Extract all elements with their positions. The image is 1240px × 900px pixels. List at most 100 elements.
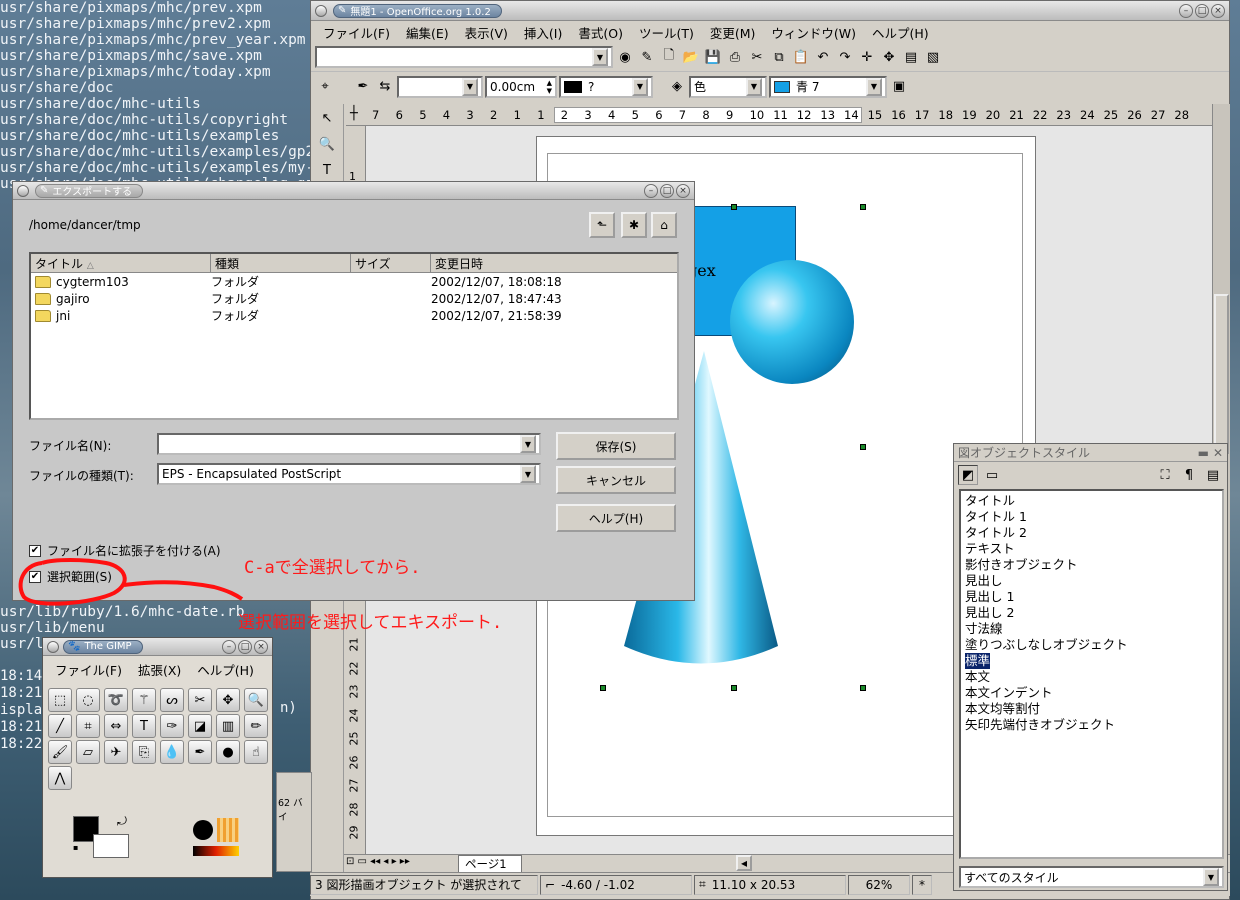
arrow-style-icon[interactable]: ⇆ xyxy=(375,77,395,97)
close-icon[interactable]: ✕ xyxy=(1213,446,1223,460)
col-type[interactable]: 種類 xyxy=(211,254,351,272)
paste-icon[interactable]: 📋 xyxy=(791,47,811,67)
filename-input[interactable]: ▼ xyxy=(157,433,541,455)
style-item[interactable]: 本文 xyxy=(963,669,1220,685)
zoom-icon[interactable]: 🔍 xyxy=(317,134,337,154)
selection-handle[interactable] xyxy=(860,204,866,210)
selection-handle[interactable] xyxy=(731,685,737,691)
style-item[interactable]: 見出し 1 xyxy=(963,589,1220,605)
style-item[interactable]: タイトル 2 xyxy=(963,525,1220,541)
chevron-down-icon[interactable]: ▼ xyxy=(520,465,536,483)
file-row[interactable]: cygterm103 フォルダ 2002/12/07, 18:08:18 xyxy=(31,273,677,290)
area-fill-icon[interactable]: ◈ xyxy=(667,77,687,97)
filetype-select[interactable]: EPS - Encapsulated PostScript ▼ xyxy=(157,463,541,485)
style-item[interactable]: 標準 xyxy=(963,653,1220,669)
minimize-button[interactable]: – xyxy=(644,183,658,198)
line-icon[interactable]: ✒ xyxy=(353,77,373,97)
style-item[interactable]: 見出し xyxy=(963,573,1220,589)
file-list[interactable]: タイトル △ 種類 サイズ 変更日時 cygterm103 フォルダ 2002/12… xyxy=(29,252,679,420)
text-icon[interactable]: T xyxy=(317,160,337,180)
menu-item[interactable]: 拡張(X) xyxy=(130,660,189,679)
chevron-down-icon[interactable]: ▼ xyxy=(746,77,762,96)
file-row[interactable]: jni フォルダ 2002/12/07, 21:58:39 xyxy=(31,307,677,324)
undo-icon[interactable]: ↶ xyxy=(813,47,833,67)
line-width-input[interactable]: 0.00cm ▲ ▼ xyxy=(485,75,557,98)
select-icon[interactable]: ↖ xyxy=(317,108,337,128)
minimize-button[interactable]: – xyxy=(1179,3,1193,18)
menu-item[interactable]: 表示(V) xyxy=(457,23,516,42)
navigator-icon[interactable]: ✛ xyxy=(857,47,877,67)
close-button[interactable]: × xyxy=(1211,3,1225,18)
chevron-down-icon[interactable]: ▼ xyxy=(1203,868,1219,886)
folder-up-icon[interactable]: ⬑ xyxy=(589,212,615,238)
minimize-icon[interactable]: ▬ xyxy=(1198,446,1209,460)
zoom-icon[interactable]: 🔍 xyxy=(244,688,268,712)
style-item[interactable]: 寸法線 xyxy=(963,621,1220,637)
text-tool-icon[interactable]: T xyxy=(132,714,156,738)
new-document-icon[interactable]: 🗋 xyxy=(659,47,679,67)
magic-wand-icon[interactable]: ⚚ xyxy=(132,688,156,712)
drawing-styles-icon[interactable]: ◩ xyxy=(958,465,978,485)
pattern-indicator-icon[interactable] xyxy=(217,818,239,842)
selection-handle[interactable] xyxy=(600,685,606,691)
ink-icon[interactable]: ✒ xyxy=(188,740,212,764)
redo-icon[interactable]: ↷ xyxy=(835,47,855,67)
maximize-button[interactable]: □ xyxy=(1195,3,1209,18)
style-filter-select[interactable]: すべてのスタイル ▼ xyxy=(959,866,1224,888)
style-item[interactable]: 影付きオブジェクト xyxy=(963,557,1220,573)
cancel-button[interactable]: キャンセル xyxy=(556,466,676,494)
spin-icon[interactable]: ▲ ▼ xyxy=(547,79,552,95)
record-icon[interactable]: ◉ xyxy=(615,47,635,67)
color-picker-icon[interactable]: ✑ xyxy=(160,714,184,738)
default-colors-icon[interactable]: ▪ xyxy=(73,843,78,852)
window-menu-icon[interactable] xyxy=(315,4,327,17)
gradient-indicator[interactable] xyxy=(193,846,239,856)
style-item[interactable]: 塗りつぶしなしオブジェクト xyxy=(963,637,1220,653)
menu-item[interactable]: 変更(M) xyxy=(702,23,764,42)
airbrush-icon[interactable]: ✈ xyxy=(104,740,128,764)
status-zoom[interactable]: 62% xyxy=(848,874,910,895)
fill-format-icon[interactable]: ⛶ xyxy=(1155,465,1175,485)
selection-handle[interactable] xyxy=(731,204,737,210)
crop-icon[interactable]: ⌗ xyxy=(76,714,100,738)
open-icon[interactable]: 📂 xyxy=(681,47,701,67)
col-modified[interactable]: 変更日時 xyxy=(431,254,677,272)
close-button[interactable]: × xyxy=(676,183,690,198)
style-item[interactable]: 見出し 2 xyxy=(963,605,1220,621)
edit-points-icon[interactable]: ⌖ xyxy=(315,77,335,97)
edit-file-icon[interactable]: ✎ xyxy=(637,47,657,67)
measure-icon[interactable]: ╱ xyxy=(48,714,72,738)
scroll-left-icon[interactable]: ◂ xyxy=(736,855,752,871)
tab-stop-icon[interactable]: ┼ xyxy=(350,106,358,121)
chevron-down-icon[interactable]: ▼ xyxy=(520,435,536,453)
new-folder-icon[interactable]: ✱ xyxy=(621,212,647,238)
maximize-button[interactable]: □ xyxy=(660,183,674,198)
scroll-thumb[interactable] xyxy=(1214,294,1229,454)
selection-handle[interactable] xyxy=(860,444,866,450)
gallery-icon[interactable]: ▤ xyxy=(901,47,921,67)
cut-icon[interactable]: ✂ xyxy=(747,47,767,67)
bezier-icon[interactable]: ᔕ xyxy=(160,688,184,712)
gradient-icon[interactable]: ▥ xyxy=(216,714,240,738)
help-button[interactable]: ヘルプ(H) xyxy=(556,504,676,532)
minimize-button[interactable]: – xyxy=(222,639,236,654)
area-style-select[interactable]: 色 ▼ xyxy=(689,75,767,98)
default-folder-icon[interactable]: ⌂ xyxy=(651,212,677,238)
ellipse-select-icon[interactable]: ◌ xyxy=(76,688,100,712)
window-menu-icon[interactable] xyxy=(17,184,29,197)
style-item[interactable]: 本文インデント xyxy=(963,685,1220,701)
background-color[interactable] xyxy=(93,834,129,858)
shadow-icon[interactable]: ▣ xyxy=(889,77,909,97)
flip-icon[interactable]: ⇔ xyxy=(104,714,128,738)
style-list[interactable]: タイトル タイトル 1 タイトル 2 テキスト 影付きオブジェクト 見出し 見出し 1 見出し… xyxy=(959,489,1224,859)
area-color-select[interactable]: 青 7 ▼ xyxy=(769,75,887,98)
menu-item[interactable]: 編集(E) xyxy=(398,23,457,42)
line-color-select[interactable]: ? ▼ xyxy=(559,75,653,98)
dodge-icon[interactable]: ● xyxy=(216,740,240,764)
move-icon[interactable]: ✥ xyxy=(216,688,240,712)
style-item[interactable]: タイトル 1 xyxy=(963,509,1220,525)
pencil-icon[interactable]: ✏ xyxy=(244,714,268,738)
brush-indicator-icon[interactable] xyxy=(193,820,213,840)
style-item[interactable]: 矢印先端付きオブジェクト xyxy=(963,717,1220,733)
chevron-down-icon[interactable]: ▼ xyxy=(632,77,648,96)
